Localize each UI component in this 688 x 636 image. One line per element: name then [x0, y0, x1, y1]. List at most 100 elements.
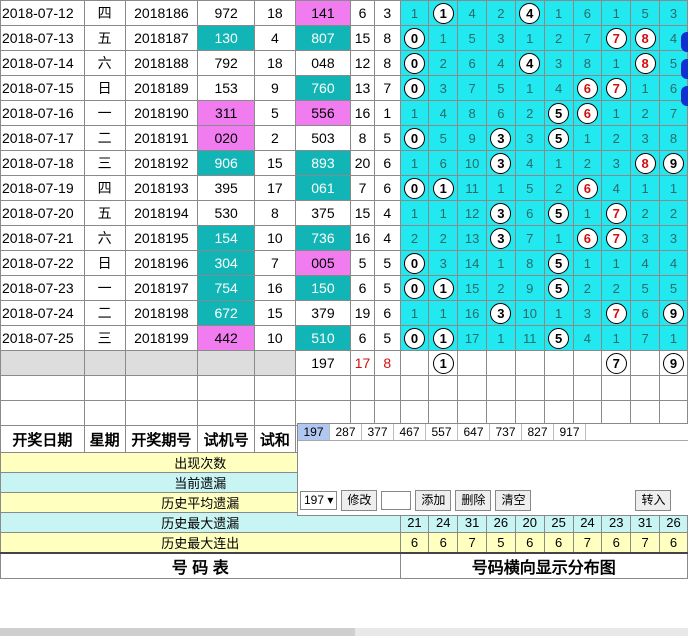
distribution-cell: 12 [457, 200, 487, 226]
stat-value: 7 [630, 532, 661, 554]
pending-digit: 1 [428, 350, 459, 376]
hit-circle: 0 [403, 327, 425, 349]
distribution-cell: 1 [399, 300, 430, 326]
stat-value: 6 [601, 532, 632, 554]
clear-button[interactable]: 清空 [495, 490, 532, 511]
distribution-cell: 1 [543, 225, 574, 251]
table-row: 2018-07-20 五 2018194 530 8 375 15 4 1 1 12 3 6 5 1 7 2 2 [0, 200, 688, 226]
distribution-cell: 1 [428, 0, 459, 26]
table-row: 2018-07-15 日 2018189 153 9 760 13 7 0 3 7 5 1 4 6 7 1 6 [0, 75, 688, 101]
distribution-cell: 5 [485, 75, 516, 101]
prize-number: 736 [294, 225, 352, 251]
weekday: 一 [83, 275, 126, 301]
table-row: 2018-07-14 六 2018188 792 18 048 12 8 0 2 6 4 4 3 8 1 8 5 [0, 50, 688, 76]
span-value: 5 [373, 250, 401, 276]
table-row: 2018-07-21 六 2018195 154 10 736 16 4 2 2 13 3 7 1 6 7 3 3 [0, 225, 688, 251]
draw-number: 2018194 [124, 200, 199, 226]
number-tab[interactable]: 467 [394, 424, 426, 440]
sum-value: 15 [350, 25, 375, 51]
distribution-cell: 6 [572, 175, 603, 201]
number-tab[interactable]: 737 [490, 424, 522, 440]
hit-circle: 1 [432, 277, 454, 299]
distribution-cell: 9 [514, 275, 545, 301]
test-sum: 16 [254, 275, 296, 301]
add-button[interactable]: 添加 [415, 490, 452, 511]
sum-value: 7 [350, 175, 375, 201]
table-row: 2018-07-17 二 2018191 020 2 503 8 5 0 5 9 3 3 5 1 2 3 8 [0, 125, 688, 151]
hit-circle: 9 [663, 352, 685, 374]
prize-number: 510 [294, 325, 352, 351]
test-number: 020 [197, 125, 256, 151]
horizontal-scrollbar[interactable] [0, 628, 688, 636]
draw-number: 2018196 [124, 250, 199, 276]
distribution-cell: 3 [543, 50, 574, 76]
distribution-cell: 3 [485, 200, 516, 226]
weekday: 六 [83, 225, 126, 251]
distribution-cell: 0 [399, 250, 430, 276]
number-tab[interactable]: 287 [330, 424, 362, 440]
transfer-button[interactable]: 转入 [635, 490, 672, 511]
number-tab[interactable]: 917 [554, 424, 586, 440]
modify-button[interactable]: 修改 [341, 490, 378, 511]
distribution-cell: 3 [485, 150, 516, 176]
distribution-cell: 1 [399, 0, 430, 26]
span-value: 3 [373, 0, 401, 26]
test-sum: 15 [254, 300, 296, 326]
distribution-cell: 1 [543, 300, 574, 326]
distribution-cell: 3 [485, 125, 516, 151]
distribution-cell: 1 [485, 250, 516, 276]
span-value: 6 [373, 175, 401, 201]
distribution-cell: 8 [630, 150, 661, 176]
distribution-cell: 2 [601, 125, 632, 151]
distribution-cell: 5 [543, 200, 574, 226]
hit-circle: 7 [605, 302, 627, 324]
test-number: 754 [197, 275, 256, 301]
number-tab[interactable]: 557 [426, 424, 458, 440]
prize-number: 893 [294, 150, 352, 176]
distribution-cell: 7 [630, 325, 661, 351]
distribution-cell: 1 [659, 175, 688, 201]
blank-cell [254, 400, 296, 426]
hit-circle: 4 [519, 2, 541, 24]
number-tab-strip[interactable]: 197 287 377 467 557 647 737 827 917 [298, 424, 688, 441]
scrollbar-thumb[interactable] [0, 628, 355, 636]
hit-circle: 5 [548, 277, 570, 299]
delete-button[interactable]: 删除 [455, 490, 492, 511]
test-number: 972 [197, 0, 256, 26]
prize-number: 005 [294, 250, 352, 276]
weekday: 五 [83, 25, 126, 51]
pending-digit [514, 350, 545, 376]
header-cell: 开奖日期 [0, 425, 85, 453]
draw-date: 2018-07-14 [0, 50, 85, 76]
span-value: 4 [373, 200, 401, 226]
number-tab[interactable]: 197 [298, 424, 330, 440]
span-value: 1 [373, 100, 401, 126]
number-select[interactable]: 197 ▾ [300, 491, 338, 510]
distribution-cell: 15 [457, 275, 487, 301]
blank-cell [197, 350, 256, 376]
blank-cell [83, 400, 126, 426]
distribution-cell: 2 [572, 275, 603, 301]
distribution-cell: 1 [601, 0, 632, 26]
pending-digit [399, 350, 430, 376]
table-row: 2018-07-16 一 2018190 311 5 556 16 1 1 4 8 6 2 5 6 1 2 7 [0, 100, 688, 126]
hit-circle: 3 [490, 152, 512, 174]
test-sum: 15 [254, 150, 296, 176]
distribution-cell: 3 [659, 0, 688, 26]
hit-circle: 7 [605, 227, 627, 249]
table-row: 2018-07-19 四 2018193 395 17 061 7 6 0 1 11 1 5 2 6 4 1 1 [0, 175, 688, 201]
distribution-cell: 5 [543, 125, 574, 151]
pending-digit: 7 [601, 350, 632, 376]
draw-date: 2018-07-23 [0, 275, 85, 301]
distribution-cell: 4 [630, 250, 661, 276]
distribution-cell: 3 [659, 225, 688, 251]
distribution-cell: 3 [572, 300, 603, 326]
number-input[interactable] [381, 491, 412, 510]
distribution-cell: 6 [572, 100, 603, 126]
number-tab[interactable]: 827 [522, 424, 554, 440]
blank-cell [659, 375, 688, 401]
distribution-cell: 2 [428, 50, 459, 76]
distribution-cell: 2 [485, 275, 516, 301]
number-tab[interactable]: 377 [362, 424, 394, 440]
number-tab[interactable]: 647 [458, 424, 490, 440]
